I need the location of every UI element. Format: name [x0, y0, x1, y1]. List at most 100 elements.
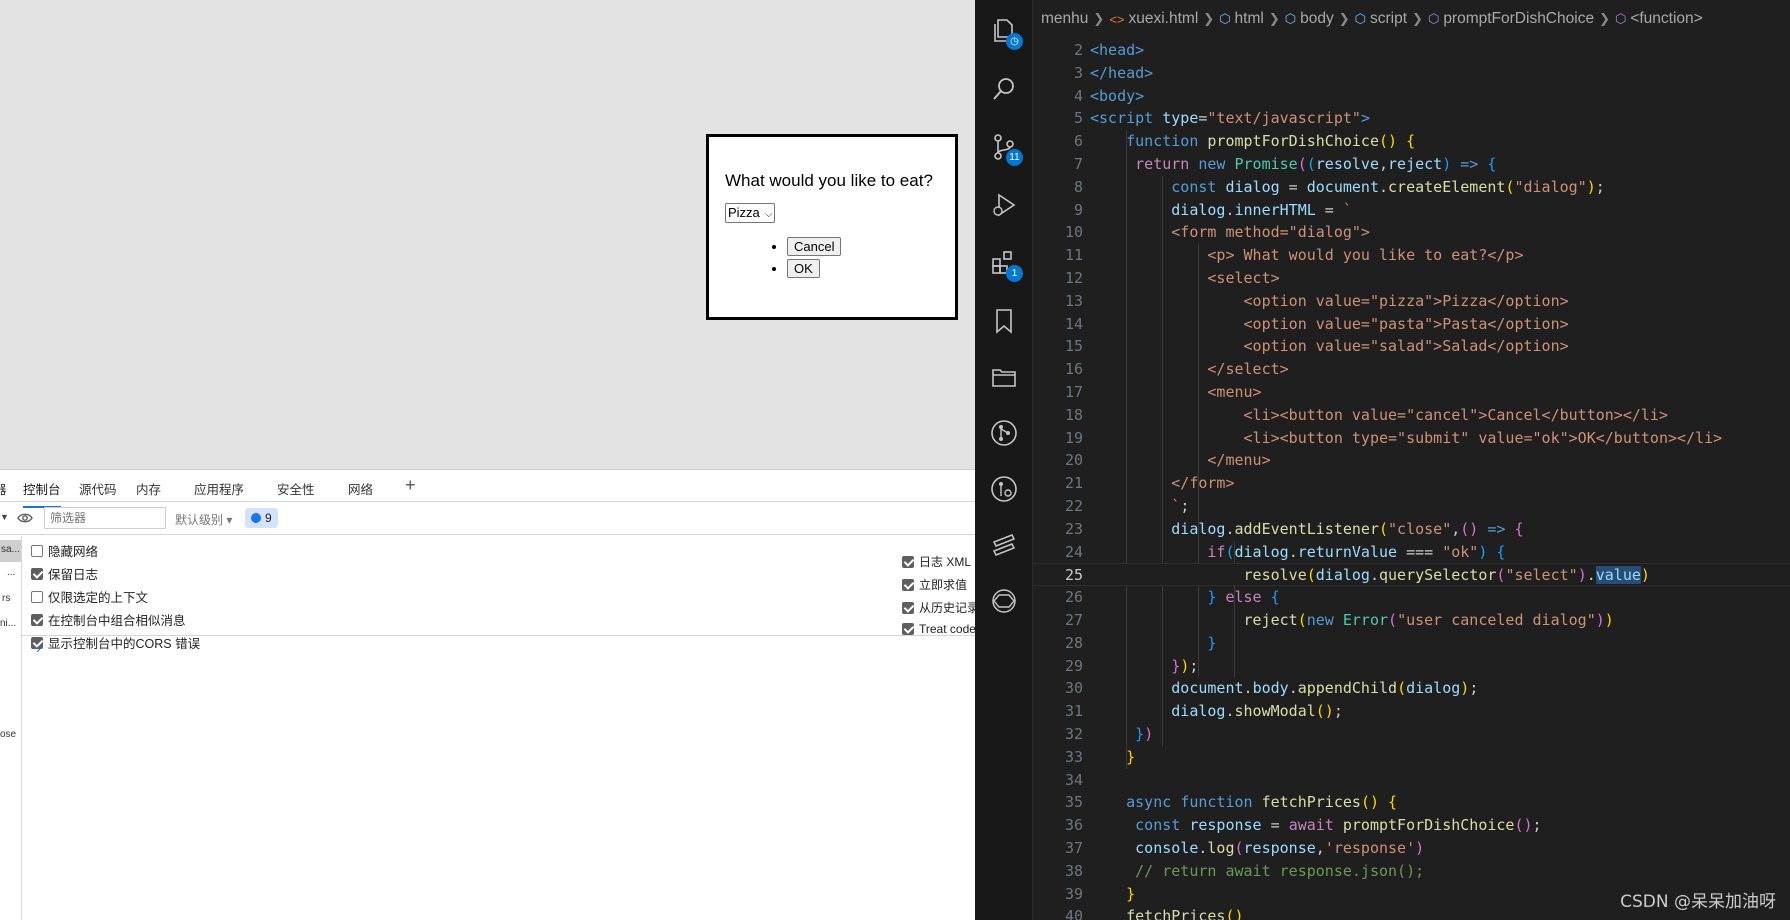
code-line[interactable]: 35 async function fetchPrices() {	[1033, 791, 1790, 814]
setting-log-xml[interactable]: 日志 XML	[902, 553, 971, 570]
code-line[interactable]: 34	[1033, 769, 1790, 792]
tab-sources[interactable]: 源代码	[79, 479, 117, 498]
line-number: 7	[1073, 155, 1083, 173]
source-control-icon[interactable]: 11	[989, 132, 1023, 166]
tab-application[interactable]: 应用程序	[194, 479, 244, 498]
bookmark-icon[interactable]	[989, 306, 1019, 336]
git-graph-icon[interactable]	[989, 418, 1019, 448]
code-line[interactable]: 21 </form>	[1033, 472, 1790, 495]
sidebar-item[interactable]: rs	[2, 593, 10, 604]
tab-memory[interactable]: 内存	[136, 479, 161, 498]
setting-cors-errors[interactable]: 显示控制台中的CORS 错误	[31, 633, 200, 652]
code-line[interactable]: 14 <option value="pasta">Pasta</option>	[1033, 313, 1790, 336]
run-debug-icon[interactable]	[989, 190, 1019, 220]
message-count-badge[interactable]: 9	[245, 508, 278, 528]
code-line[interactable]: 22 `;	[1033, 495, 1790, 518]
code-line[interactable]: 2 <head>	[1033, 39, 1790, 62]
setting-preserve-log[interactable]: 保留日志	[31, 564, 98, 583]
code-line[interactable]: 5 <script type="text/javascript">	[1033, 107, 1790, 130]
search-icon[interactable]	[989, 74, 1019, 104]
breadcrumb-html[interactable]: html	[1235, 10, 1264, 28]
code-line[interactable]: 8 const dialog = document.createElement(…	[1033, 176, 1790, 199]
chatgpt-icon[interactable]	[989, 586, 1019, 616]
tab-network[interactable]: 网络	[348, 479, 373, 498]
code-line[interactable]: 12 <select>	[1033, 267, 1790, 290]
filter-input[interactable]	[44, 507, 166, 529]
setting-treat-code[interactable]: Treat code	[902, 622, 976, 636]
tab-security[interactable]: 安全性	[277, 479, 315, 498]
dish-select[interactable]: Pizza ⌵	[725, 203, 776, 223]
code-line[interactable]: 37 console.log(response,'response')	[1033, 837, 1790, 860]
setting-eager-eval[interactable]: 立即求值	[902, 576, 967, 593]
code-line[interactable]: 31 dialog.showModal();	[1033, 700, 1790, 723]
setting-selected-context[interactable]: 仅限选定的上下文	[31, 587, 148, 606]
code-line[interactable]: 11 <p> What would you like to eat?</p>	[1033, 244, 1790, 267]
sidebar-item[interactable]: ...	[7, 567, 15, 578]
tab-elements[interactable]: 器	[0, 479, 7, 498]
code-line[interactable]: 32 })	[1033, 723, 1790, 746]
code-line[interactable]: 13 <option value="pizza">Pizza</option>	[1033, 290, 1790, 313]
code-editor[interactable]: 2 <head> 3 </head> 4 <body> 5 <script type="tex…	[1033, 38, 1790, 920]
remote-icon[interactable]	[989, 530, 1019, 560]
breadcrumb-anon-function[interactable]: <function>	[1630, 10, 1702, 28]
code-line[interactable]: 20 </menu>	[1033, 449, 1790, 472]
breadcrumb-script[interactable]: script	[1370, 10, 1407, 28]
checkbox[interactable]	[902, 623, 914, 635]
setting-group-similar[interactable]: 在控制台中组合相似消息	[31, 610, 186, 629]
code-line[interactable]: 19 <li><button type="submit" value="ok">…	[1033, 427, 1790, 450]
code-line[interactable]: 17 <menu>	[1033, 381, 1790, 404]
dropdown-arrow-icon[interactable]: ▼	[0, 512, 9, 522]
project-folder-icon[interactable]	[989, 362, 1019, 392]
code-line[interactable]: 6 function promptForDishChoice() {	[1033, 130, 1790, 153]
git-history-icon[interactable]	[989, 474, 1019, 504]
checkbox[interactable]	[902, 555, 914, 568]
setting-hide-network[interactable]: 隐藏网络	[31, 541, 98, 560]
breadcrumb-function[interactable]: promptForDishChoice	[1443, 10, 1594, 28]
extensions-icon[interactable]: 1	[989, 248, 1023, 282]
code-line[interactable]: 30 document.body.appendChild(dialog);	[1033, 677, 1790, 700]
code-line[interactable]: 24 if(dialog.returnValue === "ok") {	[1033, 541, 1790, 564]
sidebar-item[interactable]: ose	[0, 729, 16, 740]
checkbox[interactable]	[31, 613, 43, 626]
sidebar-item[interactable]: ni...	[0, 618, 16, 629]
code-line[interactable]: 38 // return await response.json();	[1033, 860, 1790, 883]
code-line[interactable]: 27 reject(new Error("user canceled dialo…	[1033, 609, 1790, 632]
explorer-icon[interactable]: ◷	[989, 16, 1023, 50]
checkbox[interactable]	[902, 578, 914, 591]
code-line[interactable]: 7 return new Promise((resolve,reject) =>…	[1033, 153, 1790, 176]
checkbox[interactable]	[902, 601, 914, 614]
console-prompt[interactable]: ›	[36, 640, 41, 656]
code-line[interactable]: 29 });	[1033, 655, 1790, 678]
code-line[interactable]: 23 dialog.addEventListener("close",() =>…	[1033, 518, 1790, 541]
code-line[interactable]: 25 resolve(dialog.querySelector("select"…	[1033, 563, 1790, 587]
code-line[interactable]: 28 }	[1033, 632, 1790, 655]
code-line[interactable]: 18 <li><button value="cancel">Cancel</bu…	[1033, 404, 1790, 427]
code-line[interactable]: 10 <form method="dialog">	[1033, 221, 1790, 244]
source-control-badge: 11	[1006, 149, 1023, 166]
setting-autocomplete-history[interactable]: 从历史记录	[902, 599, 979, 616]
add-tab-icon[interactable]: +	[405, 475, 416, 496]
code-line[interactable]: 16 </select>	[1033, 358, 1790, 381]
log-level-select[interactable]: 默认级别 ▾	[175, 511, 232, 528]
breadcrumb-body[interactable]: body	[1300, 10, 1334, 28]
checkbox[interactable]	[31, 544, 43, 557]
code-line[interactable]: 9 dialog.innerHTML = `	[1033, 199, 1790, 222]
breadcrumb-file[interactable]: xuexi.html	[1129, 10, 1199, 28]
code-line[interactable]: 36 const response = await promptForDishC…	[1033, 814, 1790, 837]
devtools-tab-bar: 器 控制台 源代码 内存 应用程序 安全性 网络 +	[0, 470, 975, 508]
tab-console[interactable]: 控制台	[23, 479, 61, 508]
checkbox[interactable]	[31, 567, 43, 580]
code-line[interactable]: 26 } else {	[1033, 586, 1790, 609]
code-text: <option value="pizza">Pizza</option>	[1243, 291, 1569, 310]
breadcrumb-folder[interactable]: menhu	[1041, 10, 1088, 28]
sidebar-item[interactable]: sa...	[1, 544, 20, 555]
code-line[interactable]: 33 }	[1033, 746, 1790, 769]
line-number: 26	[1064, 588, 1083, 607]
eye-icon[interactable]	[17, 511, 33, 525]
code-line[interactable]: 15 <option value="salad">Salad</option>	[1033, 335, 1790, 358]
cancel-button[interactable]: Cancel	[787, 237, 842, 256]
code-line[interactable]: 4 <body>	[1033, 85, 1790, 108]
ok-button[interactable]: OK	[787, 259, 820, 278]
checkbox[interactable]	[31, 590, 43, 603]
code-line[interactable]: 3 </head>	[1033, 62, 1790, 85]
